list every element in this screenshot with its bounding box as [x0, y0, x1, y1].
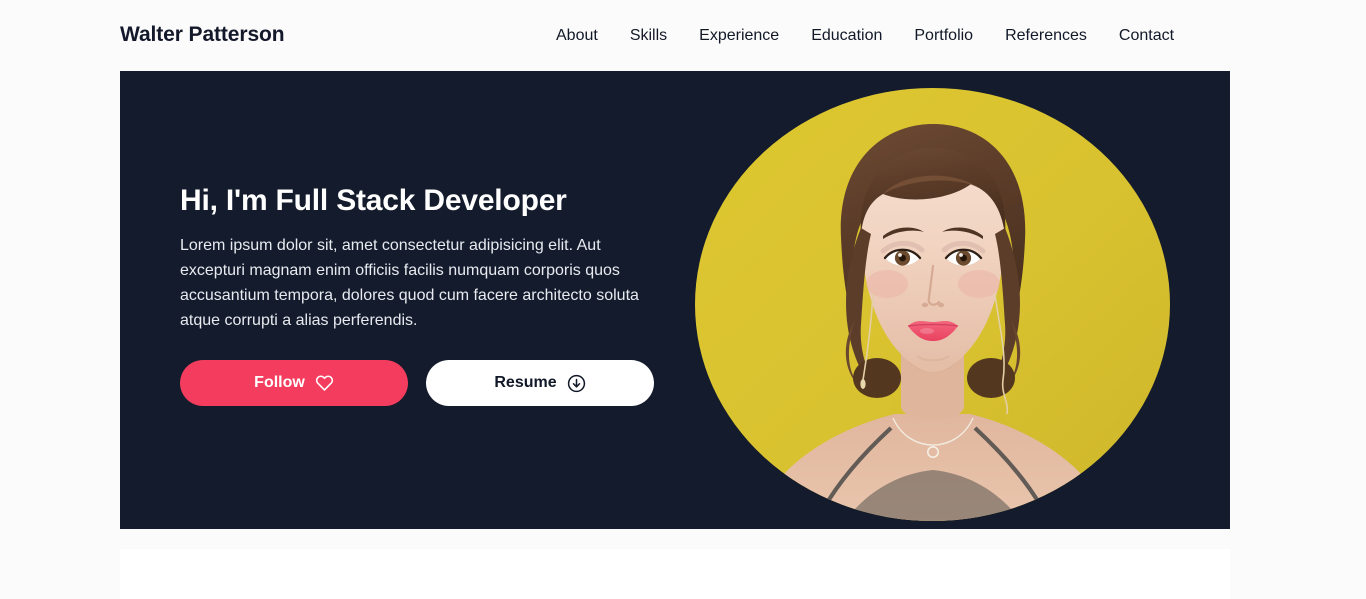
hero-description: Lorem ipsum dolor sit, amet consectetur …: [180, 237, 639, 329]
hero-action-buttons: Follow Resume: [180, 360, 654, 406]
nav-link-experience[interactable]: Experience: [683, 24, 795, 48]
hero-title: Hi, I'm Full Stack Developer: [180, 184, 567, 217]
nav-link-portfolio[interactable]: Portfolio: [898, 24, 989, 48]
hero-portrait: [695, 88, 1170, 521]
nav-link-references[interactable]: References: [989, 24, 1103, 48]
nav-link-skills[interactable]: Skills: [614, 24, 683, 48]
nav-link-contact[interactable]: Contact: [1103, 24, 1174, 48]
next-section-card: [120, 549, 1230, 599]
download-circle-icon: [567, 374, 586, 393]
hero-section: Hi, I'm Full Stack Developer Lorem ipsum…: [120, 71, 1230, 529]
nav-link-about[interactable]: About: [556, 24, 614, 48]
brand-logo[interactable]: Walter Patterson: [120, 23, 285, 47]
follow-button[interactable]: Follow: [180, 360, 408, 406]
hero-text-block: Hi, I'm Full Stack Developer Lorem ipsum…: [180, 183, 670, 333]
site-header: Walter Patterson About Skills Experience…: [0, 0, 1351, 71]
main-navigation: About Skills Experience Education Portfo…: [556, 24, 1174, 48]
resume-button-label: Resume: [494, 374, 557, 391]
page-root: Walter Patterson About Skills Experience…: [0, 0, 1351, 599]
heart-icon: [315, 374, 334, 392]
follow-button-label: Follow: [254, 374, 305, 391]
resume-button[interactable]: Resume: [426, 360, 654, 406]
nav-link-education[interactable]: Education: [795, 24, 898, 48]
